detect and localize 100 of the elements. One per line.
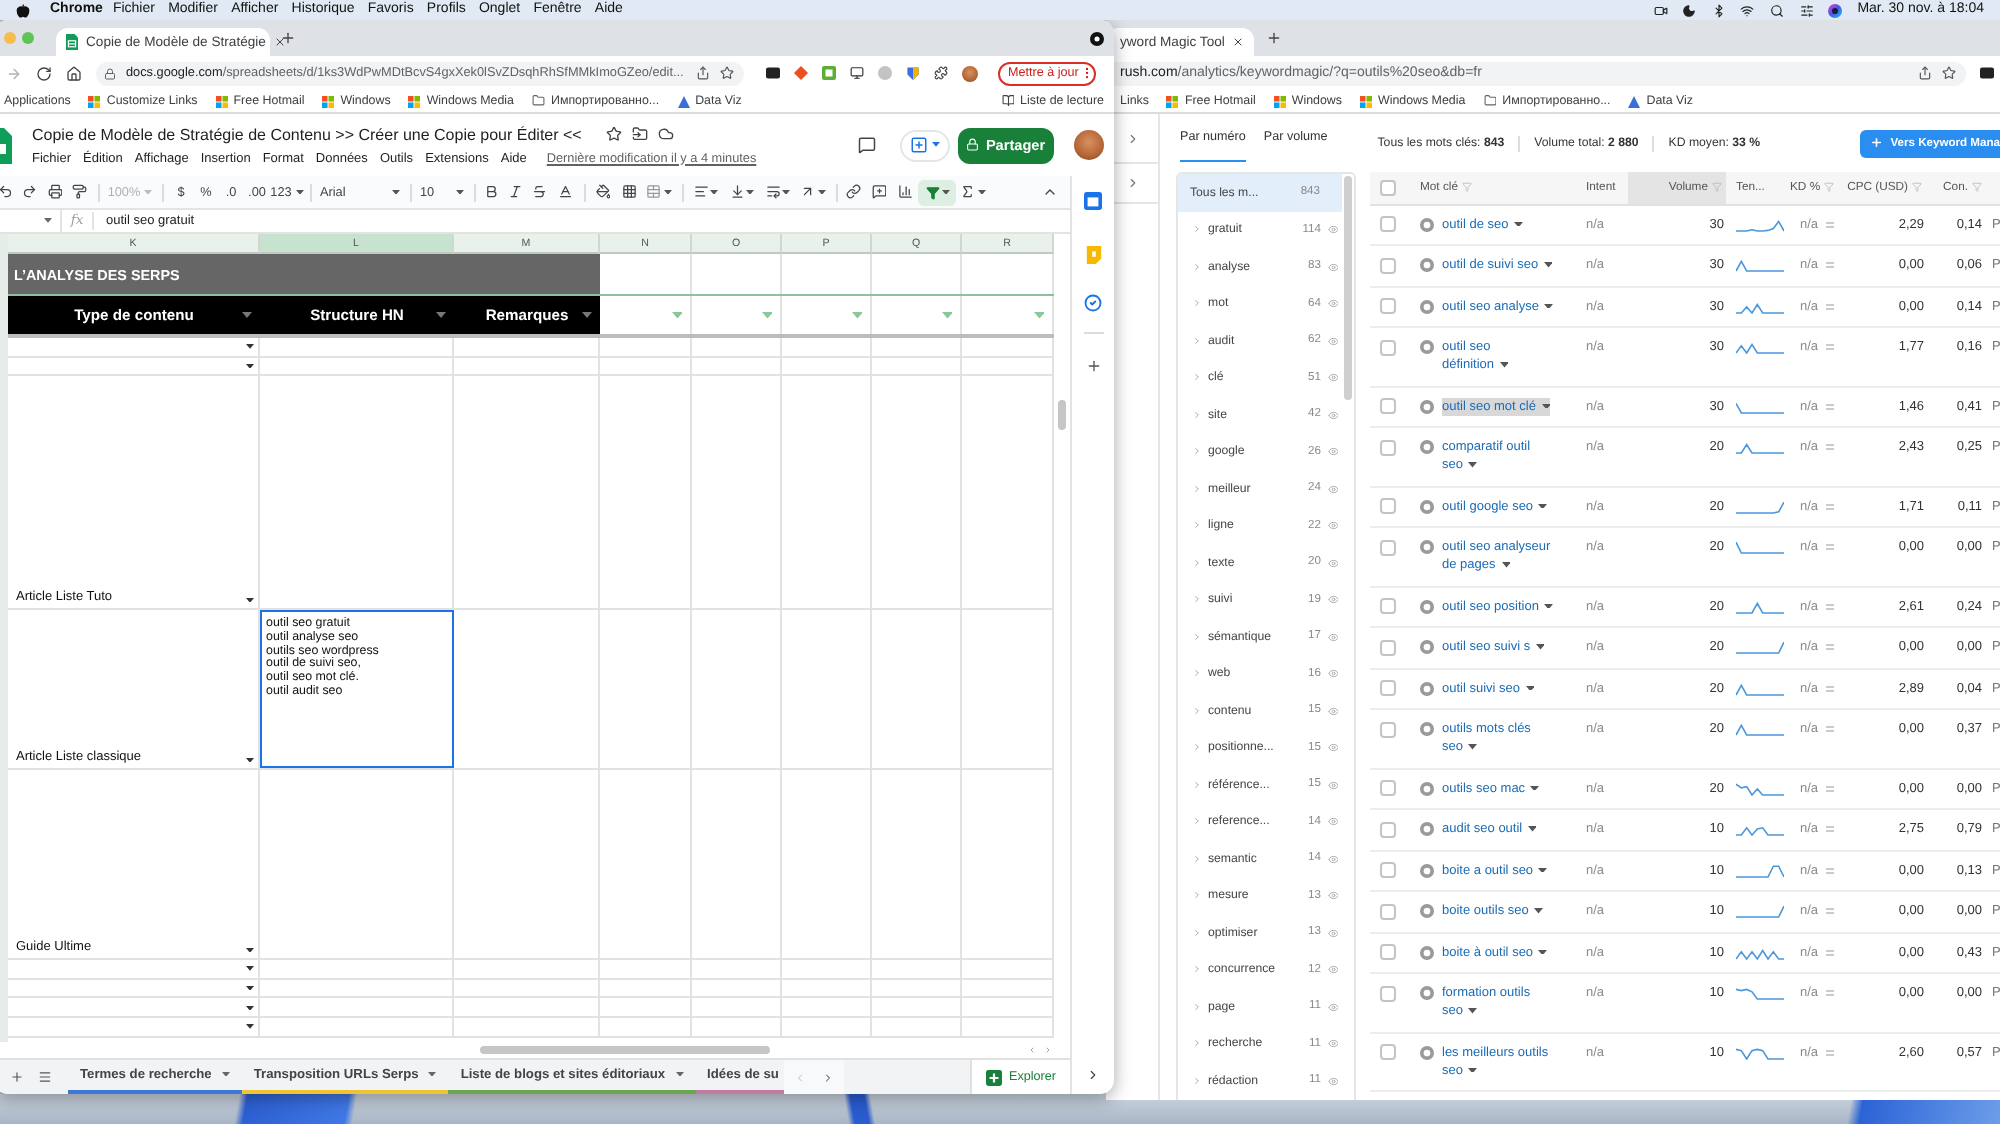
share-icon[interactable] — [1918, 66, 1932, 80]
avatar[interactable] — [962, 65, 978, 81]
chevron-right-icon[interactable] — [1192, 372, 1202, 383]
chevron-right-icon[interactable] — [1192, 631, 1202, 642]
search-icon[interactable] — [1769, 3, 1784, 17]
eye-icon[interactable] — [1327, 816, 1338, 827]
wrap-text-icon[interactable] — [765, 184, 781, 200]
chevron-right-icon[interactable] — [1192, 594, 1202, 605]
eye-icon[interactable] — [1327, 520, 1338, 531]
chevron-right-icon[interactable] — [1192, 779, 1202, 790]
circle-icon[interactable] — [878, 66, 892, 80]
caret-icon[interactable] — [1468, 1008, 1478, 1014]
checkbox[interactable] — [1380, 439, 1396, 456]
paint-bucket-icon[interactable] — [595, 184, 611, 200]
caret-icon[interactable] — [1538, 867, 1548, 873]
caret-icon[interactable] — [710, 189, 719, 195]
eye-icon[interactable] — [1327, 372, 1338, 383]
dropdown-caret-icon[interactable] — [246, 597, 254, 603]
filter-dropdown-icon[interactable] — [242, 312, 252, 318]
document-title[interactable]: Copie de Modèle de Stratégie de Contenu >> Créer une Copie pour Éditer << — [32, 125, 582, 143]
ring-icon[interactable] — [1420, 722, 1434, 737]
eye-icon[interactable] — [1327, 927, 1338, 938]
filter-dropdown-icon[interactable] — [436, 312, 446, 318]
checkbox[interactable] — [1380, 180, 1396, 196]
ring-icon[interactable] — [1420, 781, 1434, 796]
ring-icon[interactable] — [1420, 499, 1434, 514]
add-sheet-icon[interactable] — [10, 1070, 24, 1084]
checkbox[interactable] — [1380, 780, 1396, 797]
eye-icon[interactable] — [1327, 446, 1338, 457]
caret-icon[interactable] — [295, 189, 304, 195]
new-tab-icon[interactable] — [1266, 30, 1283, 46]
eye-icon[interactable] — [1327, 1038, 1338, 1049]
dropdown-caret-icon[interactable] — [246, 1024, 254, 1030]
checkbox[interactable] — [1380, 944, 1396, 961]
caret-icon[interactable] — [1544, 303, 1554, 309]
folder-icon[interactable] — [631, 126, 648, 142]
chevron-right-icon[interactable] — [1192, 705, 1202, 716]
ring-icon[interactable] — [1420, 440, 1434, 455]
close-icon[interactable] — [1232, 36, 1245, 48]
bluetooth-icon[interactable] — [1711, 3, 1726, 17]
share-icon[interactable] — [696, 66, 710, 80]
caret-icon[interactable] — [977, 189, 986, 195]
caret-icon[interactable] — [1468, 744, 1478, 750]
eye-icon[interactable] — [1327, 853, 1338, 864]
star-icon[interactable] — [605, 126, 622, 142]
chevron-right-icon[interactable] — [1192, 520, 1202, 531]
comment-icon[interactable] — [858, 136, 876, 154]
filter-dropdown-icon[interactable] — [671, 311, 682, 319]
chevron-right-icon[interactable] — [1192, 964, 1202, 975]
ring-icon[interactable] — [1420, 904, 1434, 919]
eye-icon[interactable] — [1327, 1075, 1338, 1086]
checkbox[interactable] — [1380, 821, 1396, 838]
filter-icon[interactable] — [1912, 182, 1922, 193]
star-icon[interactable] — [1942, 66, 1956, 80]
chevron-right-icon[interactable] — [1192, 668, 1202, 679]
chevron-right-icon[interactable] — [1125, 131, 1139, 145]
caret-icon[interactable] — [675, 1072, 684, 1077]
caret-icon[interactable] — [221, 1072, 230, 1077]
vertical-align-icon[interactable] — [729, 184, 745, 200]
align-left-icon[interactable] — [693, 184, 709, 200]
new-tab-icon[interactable] — [280, 30, 296, 46]
checkbox[interactable] — [1380, 985, 1396, 1002]
vertical-scrollbar[interactable] — [1058, 400, 1066, 430]
eye-icon[interactable] — [1327, 483, 1338, 494]
dropdown-caret-icon[interactable] — [246, 947, 254, 953]
dropdown-caret-icon[interactable] — [246, 985, 254, 991]
checkbox[interactable] — [1380, 1044, 1396, 1061]
present-button[interactable] — [900, 129, 950, 161]
checkbox[interactable] — [1380, 903, 1396, 920]
checkbox[interactable] — [1380, 598, 1396, 615]
caret-icon[interactable] — [456, 189, 464, 195]
eye-icon[interactable] — [1327, 1001, 1338, 1012]
eye-icon[interactable] — [1327, 631, 1338, 642]
caret-icon[interactable] — [932, 142, 940, 148]
chevron-right-icon[interactable] — [1192, 224, 1202, 235]
sliders-icon[interactable] — [1799, 3, 1813, 17]
undo-icon[interactable] — [0, 184, 14, 200]
caret-icon[interactable] — [1468, 462, 1478, 468]
caret-icon[interactable] — [428, 1072, 437, 1077]
wifi-icon[interactable] — [1740, 3, 1755, 17]
chart-icon[interactable] — [897, 184, 913, 200]
checkbox[interactable] — [1380, 216, 1396, 233]
chevron-right-icon[interactable] — [1192, 816, 1202, 827]
ring-icon[interactable] — [1420, 258, 1434, 273]
eye-icon[interactable] — [1327, 224, 1338, 235]
orb-icon[interactable] — [1828, 3, 1843, 17]
checkbox[interactable] — [1380, 298, 1396, 315]
caret-icon[interactable] — [817, 189, 826, 195]
caret-icon[interactable] — [1538, 503, 1548, 509]
menu-icon[interactable] — [38, 1070, 52, 1084]
ring-icon[interactable] — [1420, 681, 1434, 696]
checkbox[interactable] — [1380, 639, 1396, 656]
ring-icon[interactable] — [1420, 540, 1434, 555]
dropdown-caret-icon[interactable] — [246, 757, 254, 763]
chevron-right-icon[interactable] — [822, 1071, 835, 1083]
chevron-right-icon[interactable] — [1192, 557, 1202, 568]
moon-icon[interactable] — [1682, 3, 1697, 17]
ring-icon[interactable] — [1420, 217, 1434, 232]
frame-icon[interactable] — [822, 66, 836, 80]
square-icon[interactable] — [766, 66, 780, 80]
